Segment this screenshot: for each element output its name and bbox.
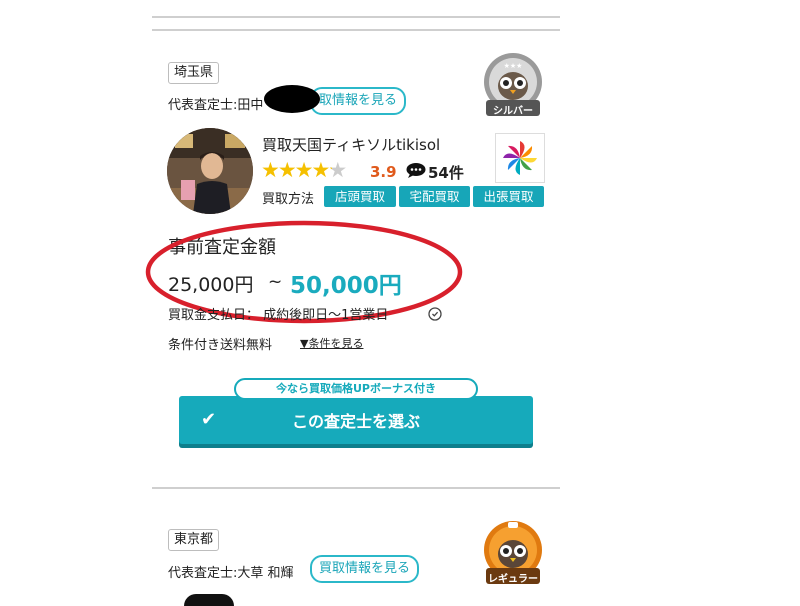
prefecture-badge: 埼玉県	[168, 62, 220, 84]
rank-badge-label: レギュラー	[488, 574, 538, 585]
method-tag-delivery: 宅配買取	[399, 186, 470, 207]
info-icon[interactable]	[428, 307, 442, 321]
select-button-label: この査定士を選ぶ	[291, 412, 420, 431]
select-appraiser-button[interactable]: ✔ この査定士を選ぶ	[179, 396, 533, 444]
bonus-pill: 今なら買取価格UPボーナス付き	[234, 378, 478, 400]
rating-value: 3.9	[370, 163, 397, 181]
methods-label: 買取方法	[262, 192, 315, 207]
svg-text:★★★: ★★★	[504, 62, 523, 70]
appraiser-avatar	[184, 594, 234, 606]
star-icon: ★	[261, 158, 280, 182]
estimate-high: 50,000円	[290, 273, 402, 299]
speech-bubble-icon	[406, 163, 426, 178]
shop-logo	[495, 133, 545, 183]
prefecture-badge: 東京都	[168, 529, 220, 551]
shop-name[interactable]: 買取天国ティキソルtikisol	[262, 134, 440, 155]
method-tag-visit: 出張買取	[473, 186, 544, 207]
conditions-link[interactable]: ▼条件を見る	[300, 335, 363, 351]
estimate-title: 事前査定金額	[168, 237, 276, 258]
buyback-info-button[interactable]: 買取情報を見る	[310, 555, 420, 583]
payment-date: 買取金支払日： 成約後即日〜1営業日	[168, 308, 389, 323]
star-icon: ★	[277, 158, 297, 182]
appraiser-avatar	[167, 128, 253, 214]
card-divider	[152, 29, 560, 31]
pinwheel-icon	[503, 141, 537, 175]
rating-stars: ★★★★★★	[261, 158, 347, 182]
appraiser-name: 代表査定士:大草 和輝	[168, 566, 294, 581]
shipping-text: 条件付き送料無料	[168, 338, 273, 353]
redaction-mark	[264, 85, 320, 113]
estimate-low: 25,000円	[168, 274, 254, 296]
appraiser-name: 代表査定士:田中	[168, 98, 264, 113]
top-divider	[152, 16, 560, 18]
method-tag-store: 店頭買取	[324, 186, 396, 207]
star-icon: ★	[311, 158, 330, 182]
star-icon: ★	[294, 158, 314, 182]
estimate-range-separator: ~	[268, 272, 283, 292]
review-count[interactable]: 54件	[428, 162, 464, 183]
partial-star-icon: ★★	[328, 158, 347, 182]
buyback-info-button[interactable]: 取情報を見る	[310, 87, 407, 115]
card-divider	[152, 487, 560, 489]
rank-badge-label: シルバー	[493, 106, 533, 117]
